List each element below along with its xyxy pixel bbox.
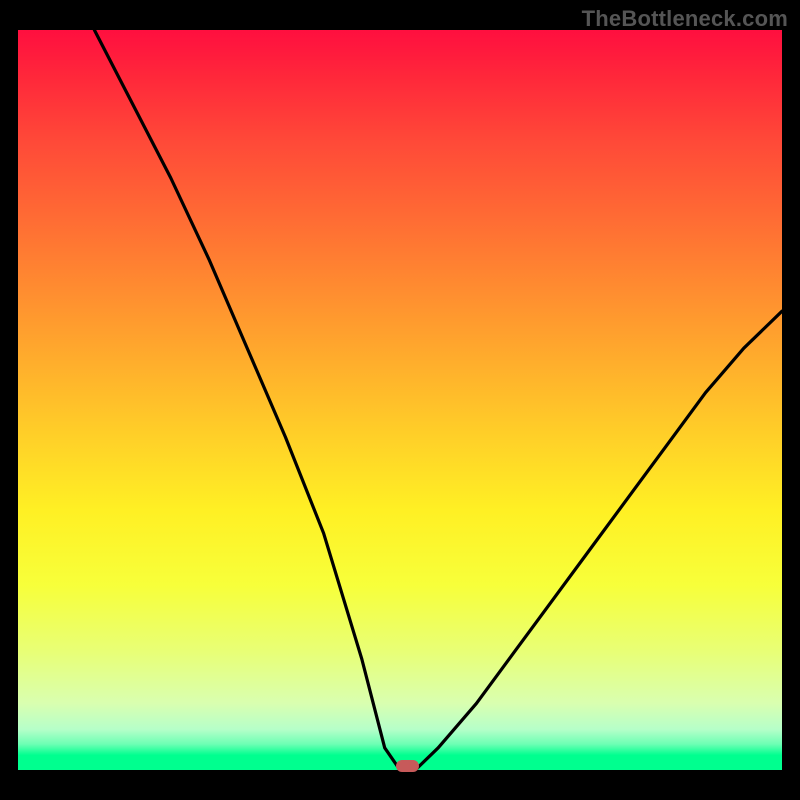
plot-area — [18, 30, 782, 770]
min-marker — [396, 760, 419, 772]
curve-svg — [18, 30, 782, 770]
watermark-text: TheBottleneck.com — [582, 6, 788, 32]
bottleneck-curve — [94, 30, 782, 770]
chart-stage: TheBottleneck.com — [0, 0, 800, 800]
